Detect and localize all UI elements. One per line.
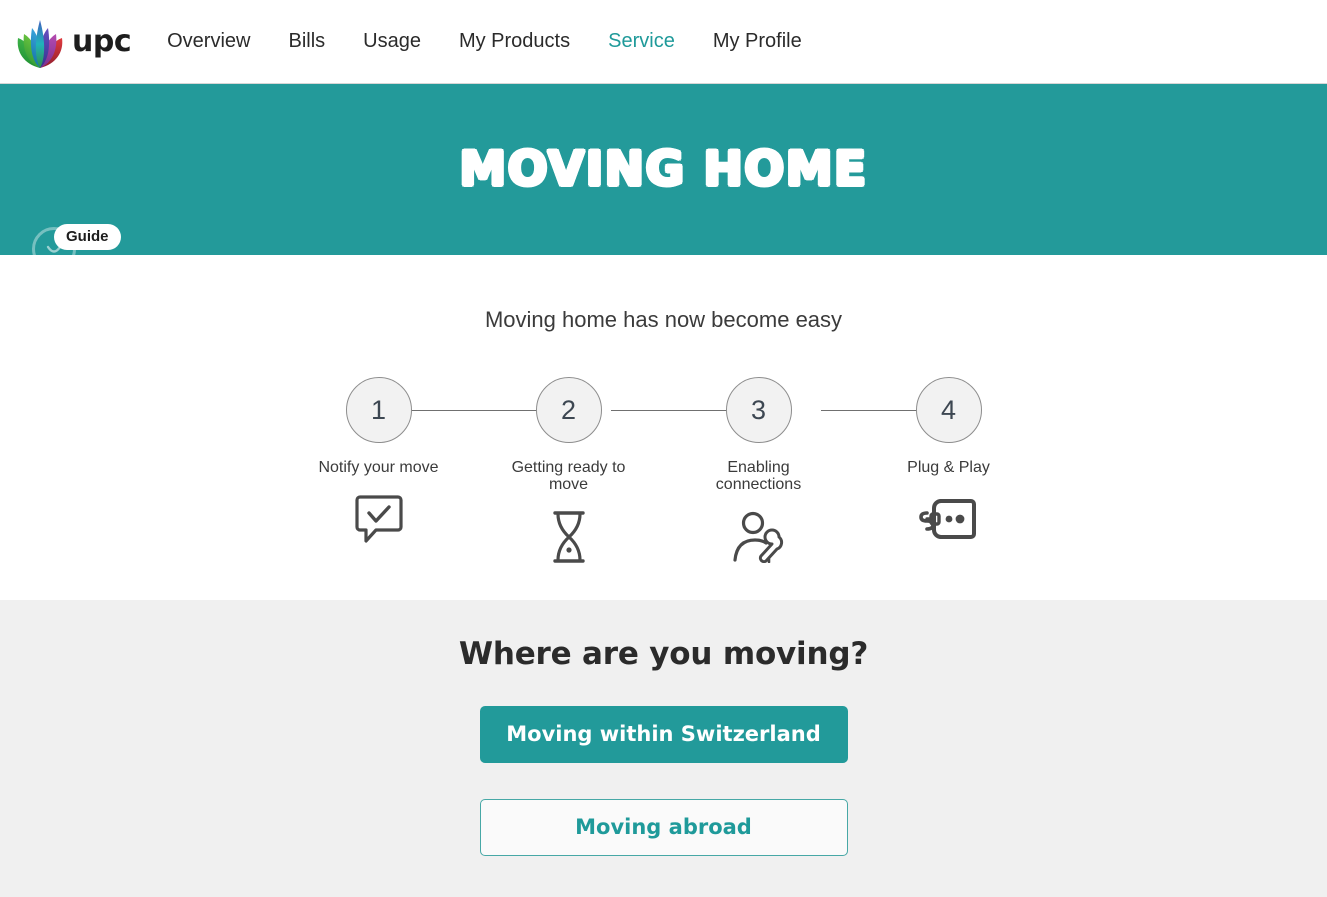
choice-section-title: Where are you moving? xyxy=(458,636,869,672)
nav-item-overview[interactable]: Overview xyxy=(167,30,250,53)
step-number-badge-4[interactable]: 4 xyxy=(915,377,982,443)
step-number-badge-3[interactable]: 3 xyxy=(725,377,792,443)
choice-section: Where are you moving? Moving within Swit… xyxy=(0,600,1327,897)
guide-widget[interactable]: Guide xyxy=(32,224,121,273)
nav-item-my-products[interactable]: My Products xyxy=(459,30,570,53)
brand-logo[interactable]: upc xyxy=(14,14,132,70)
technician-wrench-icon xyxy=(732,510,786,564)
moving-abroad-button[interactable]: Moving abroad xyxy=(479,799,848,856)
site-header: upc Overview Bills Usage My Products Ser… xyxy=(0,0,1327,84)
plug-socket-icon xyxy=(918,492,980,546)
speech-bubble-check-icon xyxy=(354,492,404,546)
guide-badge[interactable]: Guide xyxy=(54,224,121,250)
step-item-1[interactable]: 1 Notify your move xyxy=(284,377,474,564)
step-label-3: Enabling connections xyxy=(715,459,802,494)
nav-item-my-profile[interactable]: My Profile xyxy=(713,30,802,53)
nav-item-usage[interactable]: Usage xyxy=(363,30,421,53)
hero-banner: MOVING HOME Guide xyxy=(0,84,1327,271)
page-title: MOVING HOME xyxy=(459,142,868,197)
nav-item-service[interactable]: Service xyxy=(608,30,675,53)
moving-home-page: upc Overview Bills Usage My Products Ser… xyxy=(0,0,1327,897)
step-label-2: Getting ready to move xyxy=(511,459,626,494)
step-number-badge-1[interactable]: 1 xyxy=(345,377,412,443)
steps-section: Moving home has now become easy 1 Notify… xyxy=(0,255,1327,600)
main-navigation: Overview Bills Usage My Products Service… xyxy=(167,30,802,53)
steps-progress-tracker: 1 Notify your move 2 Getting ready to mo… xyxy=(284,377,1044,564)
upc-flower-logo-icon xyxy=(14,14,66,70)
step-item-2[interactable]: 2 Getting ready to move xyxy=(474,377,664,564)
step-label-4: Plug & Play xyxy=(907,459,990,476)
step-item-4[interactable]: 4 Plug & Play xyxy=(854,377,1044,564)
step-item-3[interactable]: 3 Enabling connections xyxy=(664,377,854,564)
steps-lead-text: Moving home has now become easy xyxy=(484,307,843,332)
hourglass-icon xyxy=(549,510,589,564)
moving-within-switzerland-button[interactable]: Moving within Switzerland xyxy=(479,706,848,763)
step-label-1: Notify your move xyxy=(318,459,439,476)
nav-item-bills[interactable]: Bills xyxy=(288,30,325,53)
brand-wordmark: upc xyxy=(72,23,132,59)
step-number-badge-2[interactable]: 2 xyxy=(535,377,602,443)
